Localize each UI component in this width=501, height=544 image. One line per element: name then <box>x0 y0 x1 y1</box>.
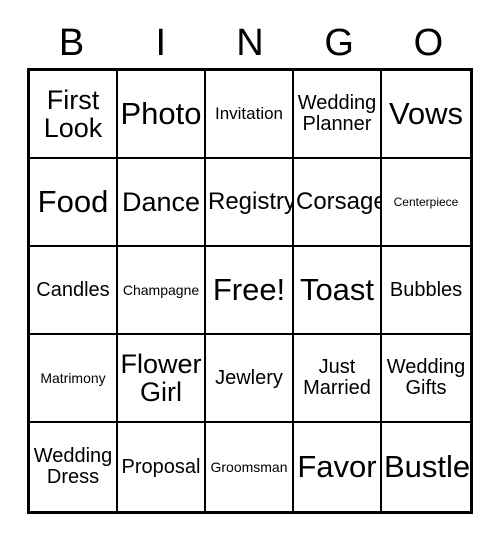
bingo-cell-label: Jewlery <box>215 366 283 389</box>
bingo-cell-label: Free! <box>212 271 286 307</box>
header-letter-o: O <box>413 22 444 64</box>
bingo-cell[interactable]: Champagne <box>118 247 206 335</box>
bingo-cell-label: Food <box>37 183 109 219</box>
bingo-cell[interactable]: Just Married <box>294 335 382 423</box>
bingo-cell[interactable]: Wedding Gifts <box>382 335 470 423</box>
bingo-cell[interactable]: Bubbles <box>382 247 470 335</box>
bingo-cell-label: Dance <box>121 186 201 217</box>
bingo-cell-label: Centerpiece <box>393 194 459 209</box>
bingo-cell-label: Candles <box>36 278 110 301</box>
bingo-cell[interactable]: Toast <box>294 247 382 335</box>
header-letter-b: B <box>58 22 85 64</box>
bingo-cell[interactable]: Vows <box>382 71 470 159</box>
bingo-cell[interactable]: Photo <box>118 71 206 159</box>
bingo-cell-label: Photo <box>120 95 202 131</box>
bingo-grid: First Look Photo Invitation Wedding Planner… <box>27 68 473 514</box>
header-letter-n: N <box>236 22 264 64</box>
bingo-cell[interactable]: Matrimony <box>30 335 118 423</box>
bingo-cell[interactable]: Dance <box>118 159 206 247</box>
bingo-cell-label: Favor <box>297 448 377 484</box>
bingo-cell[interactable]: Wedding Planner <box>294 71 382 159</box>
bingo-cell-label: Bubbles <box>389 278 463 301</box>
bingo-cell[interactable]: Flower Girl <box>118 335 206 423</box>
bingo-cell-label: Groomsman <box>210 458 288 475</box>
bingo-cell-label: Registry <box>208 188 294 216</box>
bingo-cell-label: Wedding Dress <box>33 445 113 488</box>
bingo-cell[interactable]: Food <box>30 159 118 247</box>
bingo-cell-label: Bustle <box>384 448 470 484</box>
bingo-cell-label: Toast <box>299 271 375 307</box>
bingo-cell[interactable]: Registry <box>206 159 294 247</box>
bingo-cell[interactable]: Centerpiece <box>382 159 470 247</box>
bingo-cell[interactable]: Favor <box>294 423 382 511</box>
bingo-cell-label: Just Married <box>303 356 371 399</box>
bingo-cell[interactable]: First Look <box>30 71 118 159</box>
header-letter-i: I <box>155 22 167 64</box>
bingo-cell-label: Champagne <box>122 281 200 298</box>
bingo-cell[interactable]: Groomsman <box>206 423 294 511</box>
bingo-header: B I N G O <box>27 18 473 68</box>
bingo-cell-label: Invitation <box>214 104 284 124</box>
bingo-cell-free[interactable]: Free! <box>206 247 294 335</box>
bingo-cell-label: Proposal <box>121 455 201 478</box>
bingo-cell[interactable]: Bustle <box>382 423 470 511</box>
bingo-cell-label: Wedding Planner <box>297 92 377 135</box>
bingo-cell[interactable]: Wedding Dress <box>30 423 118 511</box>
bingo-cell[interactable]: Candles <box>30 247 118 335</box>
bingo-cell-label: Wedding Gifts <box>386 356 466 399</box>
bingo-cell-label: Vows <box>388 95 464 131</box>
bingo-cell[interactable]: Jewlery <box>206 335 294 423</box>
bingo-cell-label: Corsage <box>296 188 382 216</box>
bingo-card: B I N G O First Look Photo Invitation Weddi… <box>0 0 501 544</box>
bingo-cell-label: Flower Girl <box>120 348 202 407</box>
bingo-cell-label: First Look <box>43 84 103 143</box>
bingo-cell[interactable]: Corsage <box>294 159 382 247</box>
bingo-cell[interactable]: Invitation <box>206 71 294 159</box>
bingo-cell-label: Matrimony <box>40 369 106 386</box>
header-letter-g: G <box>324 22 354 64</box>
bingo-cell[interactable]: Proposal <box>118 423 206 511</box>
